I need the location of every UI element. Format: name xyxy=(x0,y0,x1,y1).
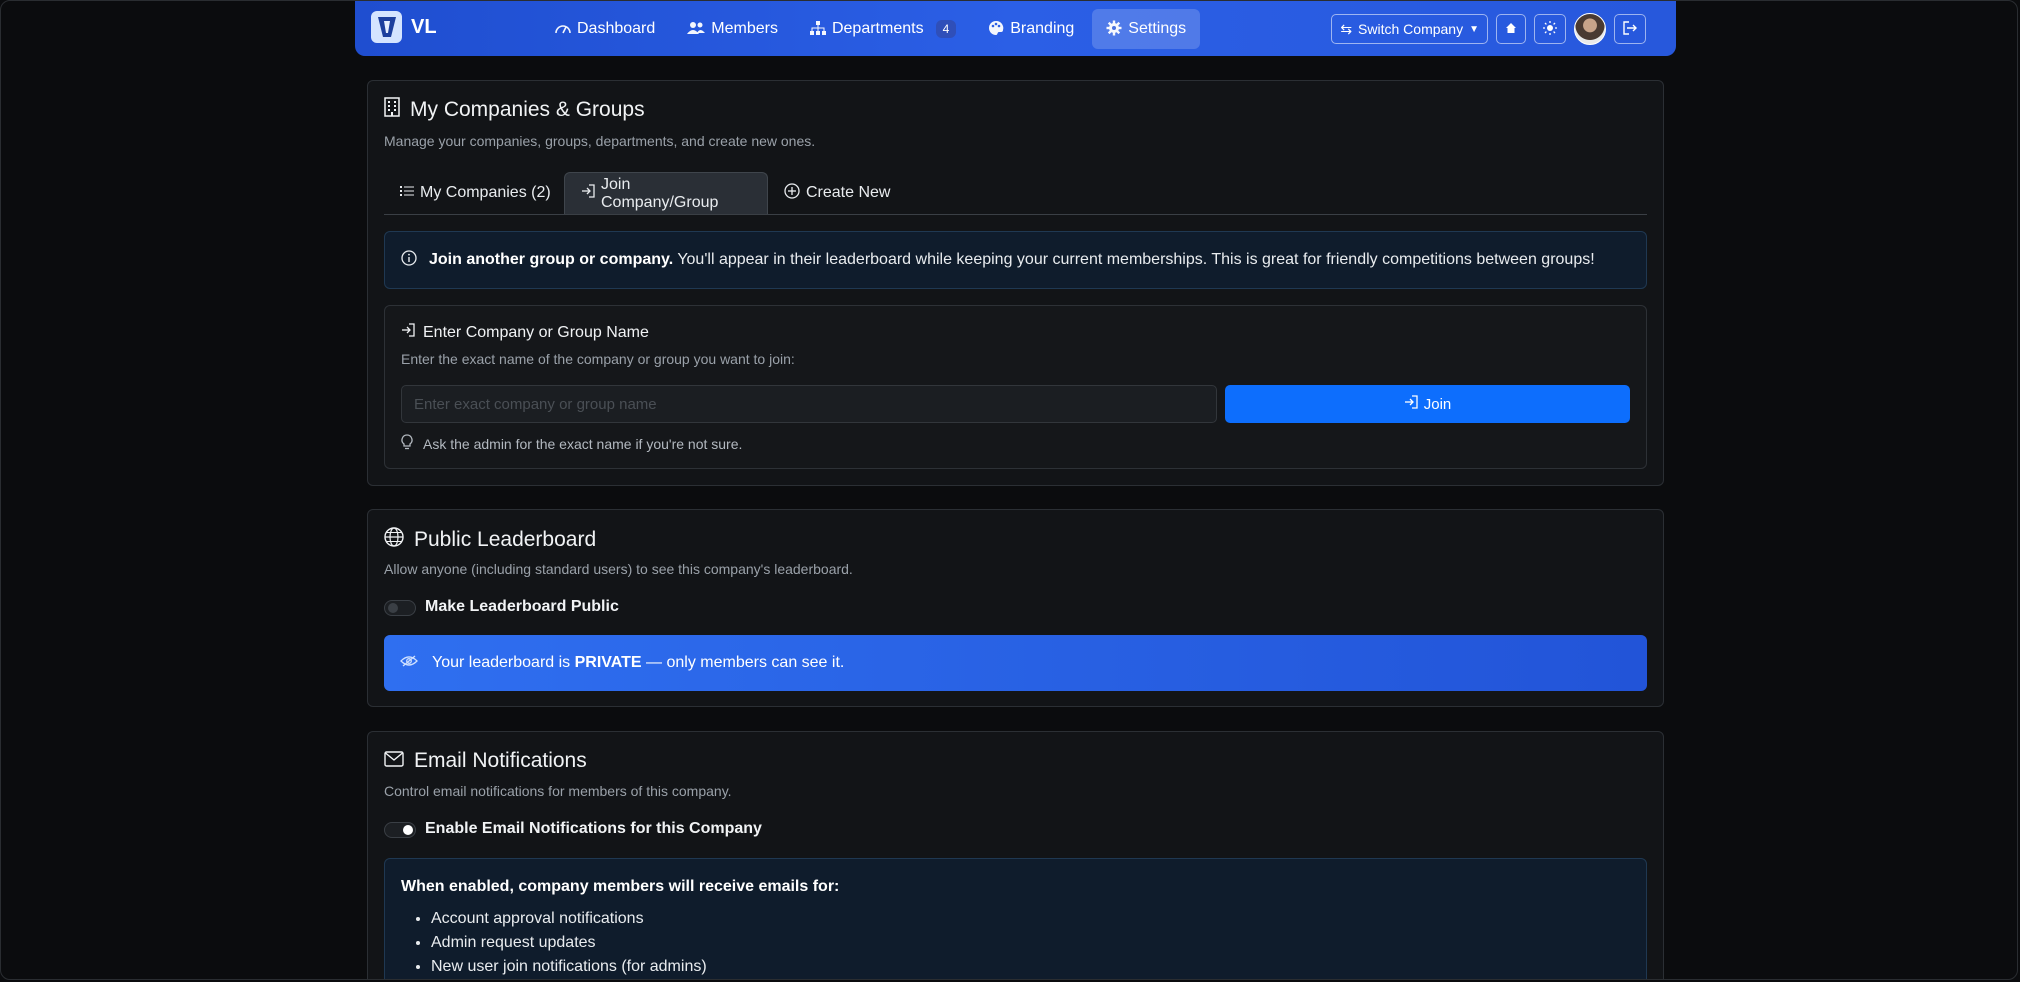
brand-logo-icon xyxy=(371,11,402,43)
departments-count-badge: 4 xyxy=(935,20,957,38)
nav-settings[interactable]: Settings xyxy=(1092,9,1201,49)
email-subtitle: Control email notifications for members … xyxy=(384,783,732,799)
leaderboard-card: Public Leaderboard Allow anyone (includi… xyxy=(367,509,1664,707)
nav-departments-label: Departments xyxy=(831,20,924,37)
banner-status: PRIVATE xyxy=(574,654,642,671)
app-window: VL Dashboard Members Departments 4 Brand… xyxy=(0,0,2018,980)
palette-icon xyxy=(988,20,1004,39)
join-info-body: You'll appear in their leaderboard while… xyxy=(677,251,1595,268)
list-item: New user join notifications (for admins) xyxy=(431,955,707,979)
email-card-title: Email Notifications xyxy=(384,749,587,773)
banner-pre: Your leaderboard is xyxy=(432,654,571,671)
banner-post: — only members can see it. xyxy=(646,654,845,671)
email-feature-list: Account approval notifications Admin req… xyxy=(401,907,707,979)
tab-my-companies[interactable]: My Companies (2) xyxy=(384,172,567,214)
nav-members[interactable]: Members xyxy=(673,9,792,49)
join-button[interactable]: Join xyxy=(1225,385,1630,423)
nav-dashboard[interactable]: Dashboard xyxy=(541,9,669,49)
list-icon xyxy=(400,184,414,202)
nav-branding[interactable]: Branding xyxy=(974,9,1088,49)
join-form-desc: Enter the exact name of the company or g… xyxy=(401,351,795,367)
private-banner-text: Your leaderboard is PRIVATE — only membe… xyxy=(432,654,844,672)
logout-button[interactable] xyxy=(1614,14,1646,44)
tab-create-label: Create New xyxy=(806,184,891,201)
email-card: Email Notifications Control email notifi… xyxy=(367,731,1664,979)
dashboard-icon xyxy=(555,21,571,38)
tab-join-label: Join Company/Group xyxy=(601,175,719,211)
plus-circle-icon xyxy=(784,182,800,204)
lightbulb-icon xyxy=(401,434,413,453)
toggle-knob xyxy=(403,825,413,835)
join-form-box: Enter Company or Group Name Enter the ex… xyxy=(384,305,1647,469)
nav-branding-label: Branding xyxy=(1010,20,1075,37)
switch-company-button[interactable]: ⇆ Switch Company ▼ xyxy=(1331,14,1488,44)
companies-title-text: My Companies & Groups xyxy=(410,98,645,121)
list-item: Account approval notifications xyxy=(431,907,707,931)
leaderboard-toggle-label[interactable]: Make Leaderboard Public xyxy=(425,598,619,616)
tab-join-company[interactable]: Join Company/Group xyxy=(564,172,768,214)
join-info-alert: Join another group or company. You'll ap… xyxy=(384,231,1647,289)
nav-settings-label: Settings xyxy=(1128,20,1187,37)
companies-subtitle: Manage your companies, groups, departmen… xyxy=(384,133,816,149)
toggle-knob xyxy=(388,603,398,613)
nav-links: Dashboard Members Departments 4 Branding… xyxy=(541,9,1201,49)
join-button-label: Join xyxy=(1423,395,1452,413)
companies-card: My Companies & Groups Manage your compan… xyxy=(367,80,1664,486)
brand[interactable]: VL xyxy=(371,11,437,43)
list-item: Admin request updates xyxy=(431,931,707,955)
email-toggle-label[interactable]: Enable Email Notifications for this Comp… xyxy=(425,820,762,838)
tab-create-new[interactable]: Create New xyxy=(768,172,906,214)
email-notifications-toggle[interactable] xyxy=(384,822,416,838)
login-arrow-icon xyxy=(581,184,595,203)
globe-icon xyxy=(384,527,404,553)
join-hint-text: Ask the admin for the exact name if you'… xyxy=(423,435,743,452)
leaderboard-card-title: Public Leaderboard xyxy=(384,527,596,553)
switch-arrows-icon: ⇆ xyxy=(1340,20,1353,37)
switch-company-label: Switch Company xyxy=(1358,21,1464,37)
leaderboard-title-text: Public Leaderboard xyxy=(414,528,597,551)
company-name-input[interactable] xyxy=(401,385,1217,423)
email-box-heading: When enabled, company members will recei… xyxy=(401,878,840,895)
caret-down-icon: ▼ xyxy=(1469,23,1479,35)
leaderboard-private-banner: Your leaderboard is PRIVATE — only membe… xyxy=(384,635,1647,691)
diagram-icon xyxy=(809,20,826,38)
info-circle-icon xyxy=(401,249,417,271)
logout-icon xyxy=(1623,20,1637,38)
nav-dashboard-label: Dashboard xyxy=(577,20,656,37)
join-hint: Ask the admin for the exact name if you'… xyxy=(401,434,742,453)
user-avatar[interactable] xyxy=(1574,13,1606,45)
companies-tabs: My Companies (2) Join Company/Group Crea… xyxy=(384,172,1647,215)
nav-departments[interactable]: Departments 4 xyxy=(796,9,970,49)
top-navbar: VL Dashboard Members Departments 4 Brand… xyxy=(355,1,1676,56)
brand-name: VL xyxy=(411,15,437,38)
nav-actions: ⇆ Switch Company ▼ xyxy=(1331,13,1646,45)
home-button[interactable] xyxy=(1496,14,1526,44)
home-icon xyxy=(1505,21,1517,37)
envelope-icon xyxy=(384,749,404,773)
nav-members-label: Members xyxy=(711,20,778,37)
tab-my-companies-label: My Companies (2) xyxy=(420,184,551,201)
email-title-text: Email Notifications xyxy=(414,749,587,772)
login-arrow-icon xyxy=(1404,395,1418,413)
leaderboard-public-toggle[interactable] xyxy=(384,600,416,616)
login-arrow-icon xyxy=(401,323,415,342)
email-info-box: When enabled, company members will recei… xyxy=(384,858,1647,979)
theme-toggle-button[interactable] xyxy=(1534,14,1566,44)
join-info-text: Join another group or company. You'll ap… xyxy=(429,251,1595,269)
people-icon xyxy=(687,21,706,38)
join-form-title: Enter Company or Group Name xyxy=(401,323,649,342)
leaderboard-subtitle: Allow anyone (including standard users) … xyxy=(384,561,853,577)
join-info-bold: Join another group or company. xyxy=(429,251,674,268)
gear-icon xyxy=(1106,20,1122,39)
join-form-title-text: Enter Company or Group Name xyxy=(423,323,649,341)
companies-card-title: My Companies & Groups xyxy=(384,97,645,123)
sun-icon xyxy=(1543,20,1557,38)
eye-slash-icon xyxy=(400,654,418,673)
building-icon xyxy=(384,97,400,123)
